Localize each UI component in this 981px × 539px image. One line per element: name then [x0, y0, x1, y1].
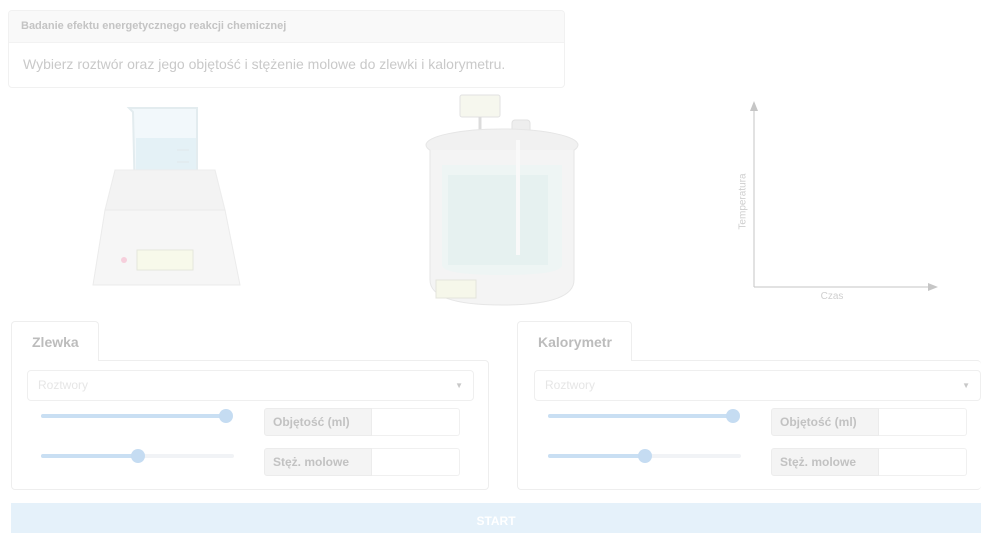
tab-zlewka[interactable]: Zlewka: [11, 321, 99, 361]
calorimeter-concentration-input[interactable]: [879, 448, 967, 476]
chevron-down-icon: ▼: [455, 381, 463, 390]
beaker-concentration-label: Stęż. molowe: [264, 448, 372, 476]
calorimeter-solution-select[interactable]: Roztwory ▼: [534, 370, 981, 401]
chevron-down-icon: ▼: [962, 381, 970, 390]
beaker-concentration-input[interactable]: [372, 448, 460, 476]
beaker-volume-label: Objętość (ml): [264, 408, 372, 436]
beaker-volume-slider[interactable]: [41, 409, 233, 423]
info-title: Badanie efektu energetycznego reakcji ch…: [9, 11, 564, 43]
slider-thumb[interactable]: [637, 449, 652, 463]
beaker-volume-input[interactable]: [372, 408, 460, 436]
calorimeter-concentration-slider[interactable]: [548, 449, 741, 463]
tab-kalorymetr[interactable]: Kalorymetr: [517, 321, 632, 361]
graph-xlabel: Czas: [820, 291, 844, 302]
slider-thumb[interactable]: [219, 409, 233, 423]
beaker-select-placeholder: Roztwory: [38, 378, 89, 392]
scale-with-beaker-illustration: [92, 107, 241, 286]
temperature-graph: [750, 101, 938, 291]
slider-thumb[interactable]: [130, 449, 145, 463]
calorimeter-volume-label: Objętość (ml): [771, 408, 879, 436]
calorimeter-volume-input[interactable]: [879, 408, 967, 436]
slider-thumb[interactable]: [726, 409, 740, 423]
calorimeter-select-placeholder: Roztwory: [545, 378, 596, 392]
beaker-concentration-slider[interactable]: [41, 449, 234, 463]
info-panel: Badanie efektu energetycznego reakcji ch…: [8, 10, 565, 88]
calorimeter-concentration-label: Stęż. molowe: [771, 448, 879, 476]
start-button[interactable]: START: [11, 503, 981, 533]
graph-ylabel: Temperatura: [737, 173, 749, 230]
calorimeter-illustration: [425, 94, 579, 306]
beaker-solution-select[interactable]: Roztwory ▼: [27, 370, 474, 401]
info-instruction: Wybierz roztwór oraz jego objętość i stę…: [23, 56, 506, 72]
calorimeter-volume-slider[interactable]: [548, 409, 740, 423]
